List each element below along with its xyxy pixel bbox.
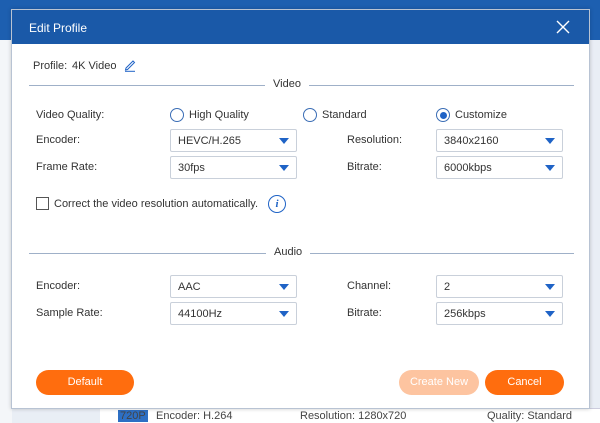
video-quality-label: Video Quality:	[36, 109, 105, 121]
resolution-select[interactable]: 3840x2160	[436, 129, 563, 152]
edit-pencil-icon[interactable]	[123, 58, 137, 72]
profile-name: 4K Video	[72, 60, 117, 72]
frame-rate-select[interactable]: 30fps	[170, 156, 297, 179]
channel-label: Channel:	[347, 280, 392, 292]
video-section-title: Video	[265, 78, 309, 90]
bg-resolution: Resolution: 1280x720	[300, 410, 407, 422]
chevron-down-icon	[545, 138, 555, 144]
audio-bitrate-select[interactable]: 256kbps	[436, 302, 563, 325]
radio-label: High Quality	[189, 109, 249, 121]
correct-resolution-label[interactable]: Correct the video resolution automatical…	[54, 198, 258, 210]
radio-label: Standard	[322, 109, 367, 121]
dialog-title: Edit Profile	[29, 21, 88, 35]
bg-quality: Quality: Standard	[487, 410, 572, 422]
chevron-down-icon	[545, 165, 555, 171]
radio-circle	[170, 108, 184, 122]
video-bitrate-label: Bitrate:	[347, 161, 382, 173]
profile-label: Profile:	[33, 60, 68, 72]
chevron-down-icon	[279, 138, 289, 144]
audio-section-title: Audio	[266, 246, 311, 258]
video-encoder-select[interactable]: HEVC/H.265	[170, 129, 297, 152]
audio-bitrate-label: Bitrate:	[347, 307, 382, 319]
select-value: 44100Hz	[178, 308, 223, 320]
chevron-down-icon	[279, 165, 289, 171]
create-new-button[interactable]: Create New	[399, 370, 479, 395]
channel-select[interactable]: 2	[436, 275, 563, 298]
select-value: 2	[444, 281, 451, 293]
video-bitrate-select[interactable]: 6000kbps	[436, 156, 563, 179]
chevron-down-icon	[545, 284, 555, 290]
radio-circle	[303, 108, 317, 122]
chevron-down-icon	[279, 284, 289, 290]
radio-label: Customize	[455, 109, 507, 121]
bg-encoder: Encoder: H.264	[156, 410, 233, 422]
dialog-header: Edit Profile	[12, 10, 589, 44]
info-icon[interactable]: i	[268, 195, 286, 213]
radio-high-quality[interactable]: High Quality	[170, 108, 249, 122]
sample-rate-label: Sample Rate:	[36, 307, 103, 319]
cancel-button[interactable]: Cancel	[485, 370, 564, 395]
video-encoder-label: Encoder:	[36, 134, 81, 146]
chevron-down-icon	[279, 311, 289, 317]
edit-profile-dialog: Edit Profile Profile: 4K Video Video Vid…	[11, 9, 590, 409]
background-profile-row: 720P Encoder: H.264 Resolution: 1280x720…	[100, 408, 600, 423]
close-icon[interactable]	[555, 19, 571, 35]
correct-resolution-checkbox[interactable]	[36, 197, 49, 210]
radio-circle-selected	[436, 108, 450, 122]
select-value: HEVC/H.265	[178, 135, 241, 147]
quality-badge: 720P	[118, 410, 148, 422]
audio-encoder-label: Encoder:	[36, 280, 81, 292]
select-value: 256kbps	[444, 308, 486, 320]
resolution-label: Resolution:	[347, 134, 403, 146]
default-button[interactable]: Default	[36, 370, 134, 395]
radio-standard[interactable]: Standard	[303, 108, 367, 122]
sample-rate-select[interactable]: 44100Hz	[170, 302, 297, 325]
frame-rate-label: Frame Rate:	[36, 161, 98, 173]
select-value: 6000kbps	[444, 162, 492, 174]
select-value: 30fps	[178, 162, 205, 174]
radio-customize[interactable]: Customize	[436, 108, 507, 122]
audio-encoder-select[interactable]: AAC	[170, 275, 297, 298]
select-value: AAC	[178, 281, 201, 293]
chevron-down-icon	[545, 311, 555, 317]
select-value: 3840x2160	[444, 135, 499, 147]
